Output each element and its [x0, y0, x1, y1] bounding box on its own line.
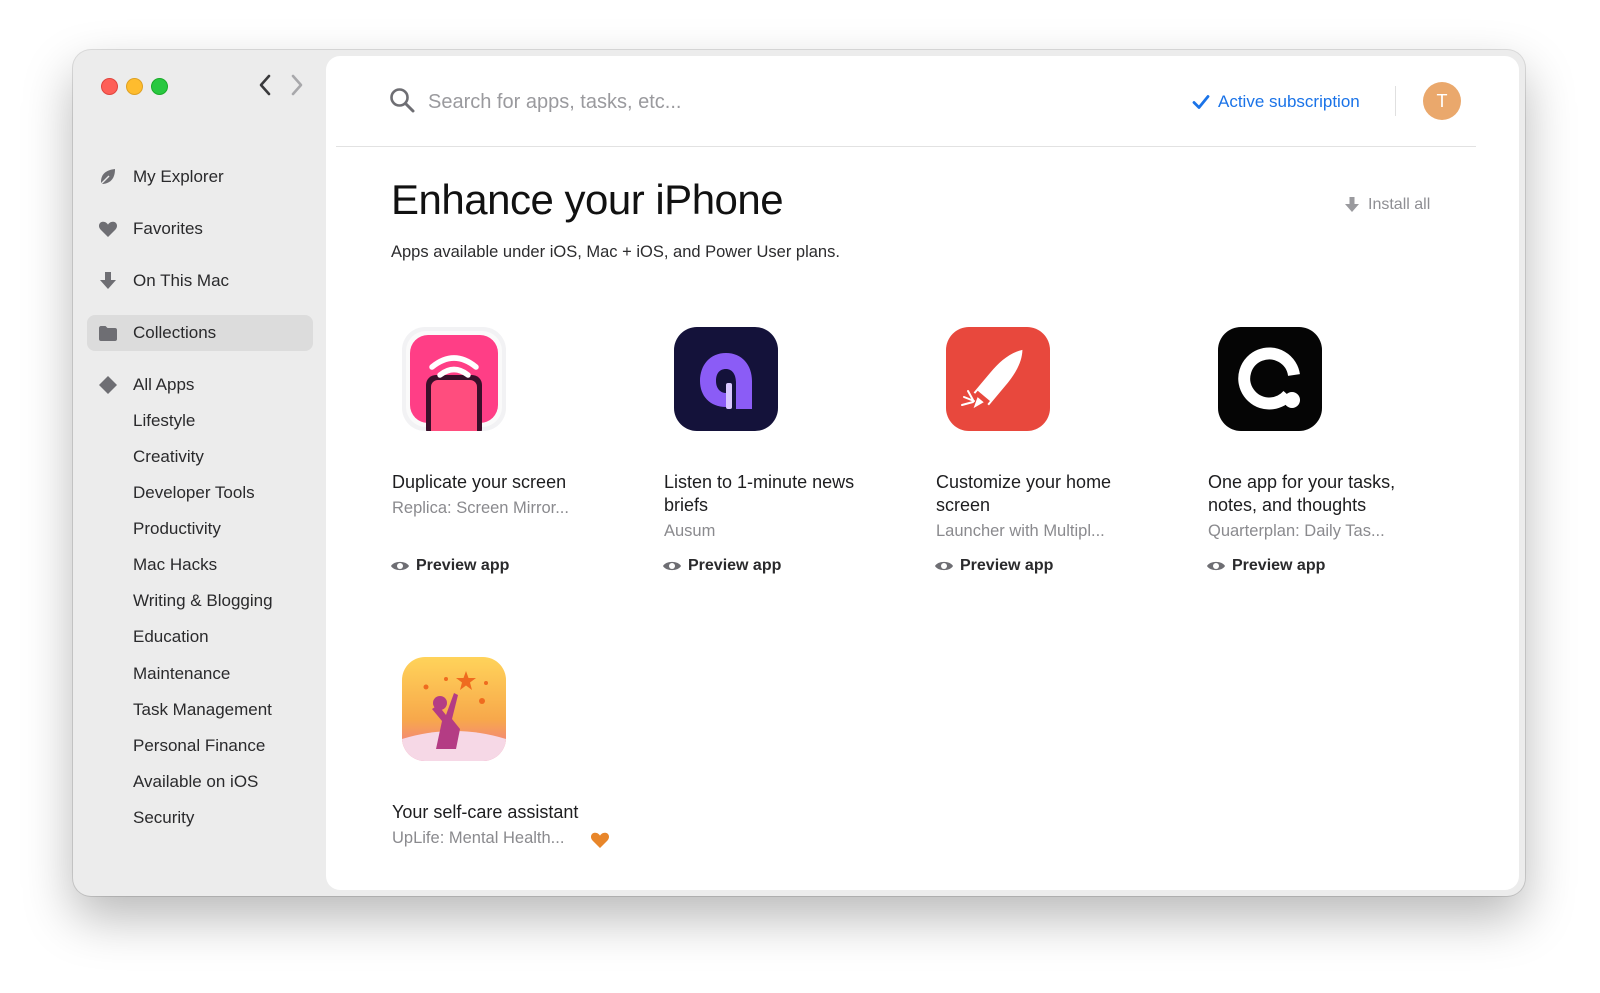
app-card-title: One app for your tasks, notes, and thoug… — [1208, 472, 1396, 515]
subscription-label: Active subscription — [1218, 92, 1360, 111]
sidebar-category-creativity[interactable]: Creativity — [133, 443, 204, 471]
sidebar-item-label: Favorites — [133, 219, 203, 238]
sidebar-item-on-this-mac[interactable]: On This Mac — [87, 263, 313, 299]
sidebar-category-task-management[interactable]: Task Management — [133, 696, 272, 724]
sidebar-item-collections[interactable]: Collections — [87, 315, 313, 351]
app-card-app-name[interactable]: UpLife: Mental Health... — [392, 829, 564, 848]
sidebar-category-personal-finance[interactable]: Personal Finance — [133, 732, 265, 760]
sidebar-category-developer-tools[interactable]: Developer Tools — [133, 479, 255, 507]
preview-app-button[interactable]: Preview app — [390, 554, 509, 578]
leaf-icon — [97, 166, 119, 188]
heart-icon — [97, 218, 119, 240]
sidebar-item-label: On This Mac — [133, 271, 230, 290]
eye-icon — [935, 561, 953, 571]
app-window: My Explorer Favorites On This Mac Collec… — [73, 50, 1525, 896]
download-arrow-icon — [97, 270, 119, 292]
header-divider — [1395, 86, 1396, 116]
app-card-app-name[interactable]: Launcher with Multipl... — [936, 522, 1105, 541]
app-card-title: Duplicate your screen — [392, 472, 567, 492]
preview-app-button[interactable]: Preview app — [662, 554, 781, 578]
chevron-left-icon — [259, 74, 271, 96]
preview-app-label: Preview app — [960, 557, 1054, 574]
download-arrow-icon — [1345, 197, 1359, 212]
close-window-button[interactable] — [101, 78, 118, 95]
sidebar-item-my-explorer[interactable]: My Explorer — [87, 159, 313, 195]
chevron-right-icon — [291, 74, 303, 96]
install-all-label: Install all — [1368, 196, 1431, 213]
app-card-title: Listen to 1-minute news briefs — [664, 472, 855, 515]
sidebar-category-productivity[interactable]: Productivity — [133, 515, 221, 543]
sidebar-item-label: Collections — [133, 323, 217, 342]
eye-icon — [663, 561, 681, 571]
folder-icon — [97, 322, 119, 344]
minimize-window-button[interactable] — [126, 78, 143, 95]
sidebar-category-available-on-ios[interactable]: Available on iOS — [133, 768, 258, 796]
avatar[interactable]: T — [1423, 82, 1461, 120]
header-separator — [336, 146, 1476, 147]
sidebar-item-label: My Explorer — [133, 167, 224, 186]
sidebar-item-all-apps[interactable]: All Apps — [87, 367, 313, 403]
ausum-icon[interactable] — [674, 327, 778, 431]
preview-app-label: Preview app — [416, 557, 510, 574]
sidebar-category-lifestyle[interactable]: Lifestyle — [133, 407, 195, 435]
app-card-title: Your self-care assistant — [392, 802, 579, 822]
preview-app-button[interactable]: Preview app — [934, 554, 1053, 578]
search-input[interactable] — [426, 86, 930, 118]
sidebar-category-writing-blogging[interactable]: Writing & Blogging — [133, 587, 273, 615]
preview-app-label: Preview app — [688, 557, 782, 574]
sidebar-category-mac-hacks[interactable]: Mac Hacks — [133, 551, 217, 579]
quarterplan-icon[interactable] — [1218, 327, 1322, 431]
search-icon — [388, 86, 418, 116]
install-all-button[interactable]: Install all — [1344, 192, 1430, 218]
sidebar-category-maintenance[interactable]: Maintenance — [133, 660, 230, 688]
preview-app-label: Preview app — [1232, 557, 1326, 574]
page-subtitle: Apps available under iOS, Mac + iOS, and… — [391, 243, 840, 261]
eye-icon — [391, 561, 409, 571]
forward-button[interactable] — [283, 70, 311, 100]
app-card-app-name[interactable]: Replica: Screen Mirror... — [392, 499, 569, 518]
page-title: Enhance your iPhone — [391, 176, 784, 223]
sidebar-category-security[interactable]: Security — [133, 804, 194, 832]
replica-icon[interactable] — [402, 327, 506, 431]
sidebar-item-favorites[interactable]: Favorites — [87, 211, 313, 247]
favorite-heart-icon[interactable] — [590, 831, 610, 849]
diamond-icon — [97, 374, 119, 396]
main-content: Active subscription T Enhance your iPhon… — [326, 56, 1519, 890]
back-button[interactable] — [251, 70, 279, 100]
app-card-title: Customize your home screen — [936, 472, 1112, 515]
launcher-rocket-icon[interactable] — [946, 327, 1050, 431]
uplife-icon[interactable] — [402, 657, 506, 761]
eye-icon — [1207, 561, 1225, 571]
checkmark-icon — [1192, 95, 1210, 109]
sidebar-category-education[interactable]: Education — [133, 623, 209, 651]
active-subscription-link[interactable]: Active subscription — [1192, 89, 1360, 115]
preview-app-button[interactable]: Preview app — [1206, 554, 1325, 578]
sidebar-item-label: All Apps — [133, 375, 195, 394]
app-card-app-name[interactable]: Quarterplan: Daily Tas... — [1208, 522, 1385, 541]
zoom-window-button[interactable] — [151, 78, 168, 95]
app-card-app-name[interactable]: Ausum — [664, 522, 715, 541]
